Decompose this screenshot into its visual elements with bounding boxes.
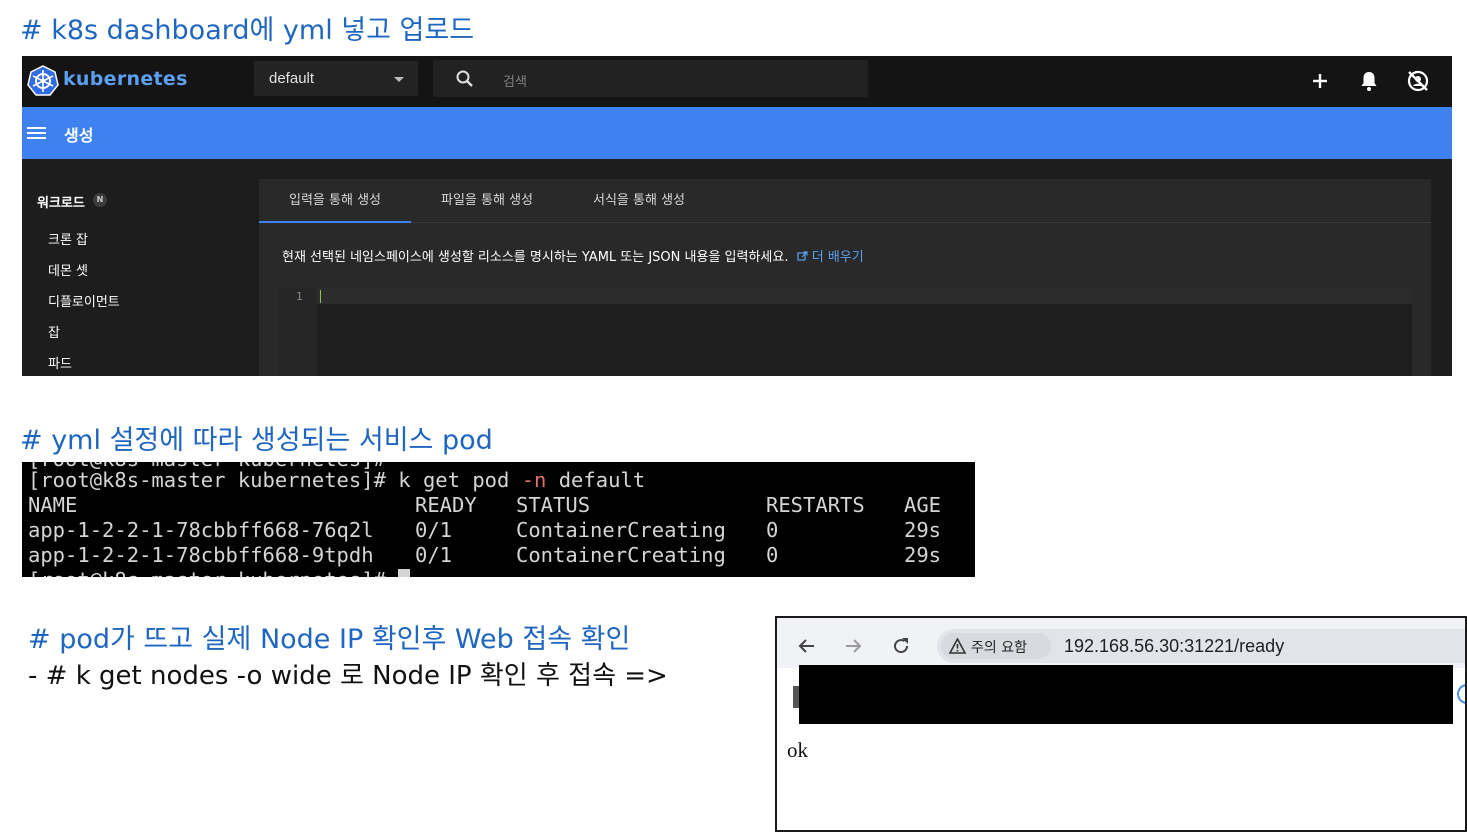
- tab-create-from-file[interactable]: 파일을 통해 생성: [411, 179, 563, 223]
- pod-status: ContainerCreating: [516, 518, 726, 542]
- header-status: STATUS: [516, 493, 591, 517]
- editor-line-number: 1: [296, 290, 303, 303]
- tab-create-from-form[interactable]: 서식을 통해 생성: [563, 179, 715, 223]
- create-card: 입력을 통해 생성 파일을 통해 생성 서식을 통해 생성 현재 선택된 네임스…: [259, 179, 1431, 376]
- terminal-output: [root@k8s-master kubernetes]# [root@k8s-…: [22, 462, 975, 577]
- bell-icon[interactable]: [1356, 68, 1382, 94]
- sidebar-item-cronjobs[interactable]: 크론 잡: [48, 229, 88, 248]
- description-text: 현재 선택된 네임스페이스에 생성할 리소스를 명시하는 YAML 또는 JSO…: [282, 250, 789, 265]
- back-arrow-icon[interactable]: [797, 636, 817, 656]
- learn-more-label: 더 배우기: [811, 250, 864, 265]
- pod-status: ContainerCreating: [516, 543, 726, 567]
- pod-restarts: 0: [766, 543, 779, 567]
- search-input[interactable]: 검색: [433, 60, 868, 97]
- terminal-command-line: [root@k8s-master kubernetes]# k get pod …: [28, 468, 645, 493]
- section-heading-web: # pod가 뜨고 실제 Node IP 확인후 Web 접속 확인: [28, 624, 631, 655]
- kubernetes-dashboard: kubernetes default 검색 생성 워크로드 N 크론 잡 데몬 …: [22, 56, 1452, 376]
- top-toolbar: kubernetes default 검색: [22, 56, 1452, 107]
- browser-window: 주의 요함 192.168.56.30:31221/ready ok: [775, 616, 1467, 832]
- search-placeholder: 검색: [503, 75, 527, 90]
- namespace-select[interactable]: default: [254, 61, 418, 96]
- security-warning-label: 주의 요함: [971, 640, 1027, 656]
- cropped-extension-icon: [1457, 684, 1465, 704]
- terminal-last-prompt: [root@k8s-master kubernetes]#: [28, 568, 411, 577]
- url-text: 192.168.56.30:31221/ready: [1064, 636, 1285, 656]
- sidebar-item-daemonsets[interactable]: 데몬 셋: [48, 260, 88, 279]
- editor-current-line: [317, 288, 1412, 304]
- yaml-editor[interactable]: 1: [278, 288, 1412, 376]
- section-heading-dashboard: # k8s dashboard에 yml 넣고 업로드: [20, 15, 475, 46]
- reload-icon[interactable]: [891, 636, 911, 656]
- terminal-prompt: [root@k8s-master kubernetes]#: [28, 468, 399, 492]
- pod-name: app-1-2-2-1-78cbbff668-9tpdh: [28, 543, 374, 567]
- sidebar-item-deployments[interactable]: 디플로이먼트: [48, 291, 120, 310]
- sidebar-item-jobs[interactable]: 잡: [48, 322, 60, 341]
- pod-age: 29s: [904, 518, 942, 542]
- table-row: app-1-2-2-1-78cbbff668-9tpdh 0/1 Contain…: [28, 543, 968, 568]
- address-bar[interactable]: 주의 요함 192.168.56.30:31221/ready: [937, 629, 1465, 663]
- header-name: NAME: [28, 493, 78, 517]
- header-restarts: RESTARTS: [766, 493, 865, 517]
- page-title: 생성: [64, 126, 94, 145]
- terminal-header-row: NAME READY STATUS RESTARTS AGE: [28, 493, 968, 518]
- warning-icon: [949, 638, 966, 654]
- search-icon: [456, 70, 473, 87]
- kubernetes-logo-icon[interactable]: [27, 65, 59, 97]
- create-tabs: 입력을 통해 생성 파일을 통해 생성 서식을 통해 생성: [259, 179, 1431, 223]
- header-ready: READY: [415, 493, 477, 517]
- terminal-flag-value: default: [546, 468, 646, 492]
- plus-icon[interactable]: [1307, 68, 1333, 94]
- pod-ready: 0/1: [415, 518, 453, 542]
- namespaced-badge: N: [93, 193, 107, 207]
- editor-cursor: [320, 290, 321, 303]
- menu-icon[interactable]: [27, 125, 47, 141]
- browser-toolbar: 주의 요함 192.168.56.30:31221/ready: [777, 618, 1465, 668]
- section-heading-pod: # yml 설정에 따라 생성되는 서비스 pod: [20, 425, 493, 456]
- forward-arrow-icon[interactable]: [843, 636, 863, 656]
- namespace-value: default: [269, 70, 315, 87]
- learn-more-link[interactable]: 더 배우기: [797, 250, 864, 265]
- sidebar-item-pods[interactable]: 파드: [48, 353, 72, 372]
- page-response-text: ok: [787, 738, 808, 762]
- tab-create-from-input[interactable]: 입력을 통해 생성: [259, 179, 411, 223]
- page-header-bar: 생성: [22, 107, 1452, 159]
- create-description: 현재 선택된 네임스페이스에 생성할 리소스를 명시하는 YAML 또는 JSO…: [282, 246, 864, 265]
- terminal-command: k get pod: [398, 468, 522, 492]
- redacted-region: [799, 665, 1453, 724]
- sidebar-section-workloads[interactable]: 워크로드: [37, 192, 85, 211]
- account-off-icon[interactable]: [1405, 68, 1431, 94]
- editor-gutter: 1: [278, 288, 317, 376]
- section-subheading-web: - # k get nodes -o wide 로 Node IP 확인 후 접…: [28, 661, 668, 691]
- pod-name: app-1-2-2-1-78cbbff668-76q2l: [28, 518, 374, 542]
- terminal-cursor: [398, 569, 411, 577]
- chevron-down-icon: [394, 77, 404, 82]
- header-age: AGE: [904, 493, 942, 517]
- pod-restarts: 0: [766, 518, 779, 542]
- pod-ready: 0/1: [415, 543, 453, 567]
- logo-text[interactable]: kubernetes: [63, 68, 188, 90]
- security-warning-chip[interactable]: 주의 요함: [941, 633, 1051, 659]
- table-row: app-1-2-2-1-78cbbff668-76q2l 0/1 Contain…: [28, 518, 968, 543]
- terminal-prompt-last: [root@k8s-master kubernetes]#: [28, 568, 398, 577]
- pod-age: 29s: [904, 543, 942, 567]
- external-link-icon: [797, 251, 808, 261]
- terminal-flag: -n: [521, 468, 547, 492]
